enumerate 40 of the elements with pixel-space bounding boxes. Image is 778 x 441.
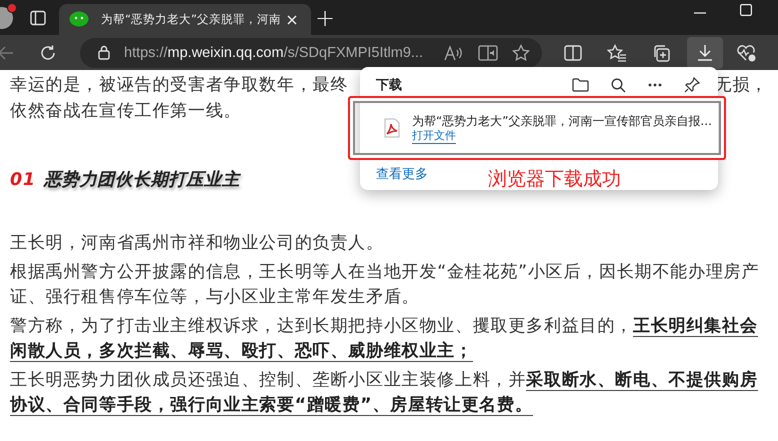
tab-actions-icon[interactable] — [30, 10, 46, 26]
paragraph-text: 王长明恶势力团伙成员还强迫、控制、垄断小区业主装修上料，并采取断水、断电、不提供购房协议、合同等手段，强行向业主索要“蹭暖费”、房屋转让更名费。 — [10, 368, 759, 418]
downloads-button[interactable] — [687, 36, 723, 68]
address-bar[interactable]: https://mp.weixin.qq.com/s/SDqFXMPI5Itlm9... — [80, 38, 542, 68]
annotation-text: 浏览器下载成功 — [488, 167, 621, 192]
minimize-icon[interactable] — [694, 12, 706, 14]
download-icon — [697, 44, 713, 61]
paragraph-text: 根据禹州警方公开披露的信息，王长明等人在当地开发“金桂花苑”小区后，因长期不能办理房产证、强行租售停车位等，与小区业主常年发生矛盾。 — [10, 260, 760, 309]
reader-view-icon[interactable] — [478, 44, 498, 60]
section-heading: 恶势力团伙长期打压业主 — [44, 170, 240, 190]
refresh-icon[interactable] — [39, 44, 57, 62]
collections-icon[interactable] — [652, 44, 670, 62]
open-file-link[interactable]: 打开文件 — [412, 128, 456, 144]
paragraph-text: 警方称，为了打击业主维权诉求，达到长期把持小区物业、攫取更多利益目的，王长明纠集社会闲散人员，多次拦截、辱骂、殴打、恐吓、威胁维权业主； — [10, 314, 759, 364]
star-icon[interactable] — [512, 44, 530, 62]
favorites-icon[interactable] — [607, 44, 627, 62]
read-aloud-icon[interactable] — [444, 44, 464, 60]
pin-icon[interactable] — [684, 77, 700, 93]
close-icon[interactable] — [287, 15, 297, 25]
tab-title: 为帮“恶势力老大”父亲脱罪，河南 — [101, 12, 281, 27]
more-icon[interactable] — [648, 83, 662, 87]
paragraph-text: 依然奋战在宣传工作第一线。 — [10, 100, 242, 122]
section-number: 01 — [10, 170, 36, 190]
maximize-icon[interactable] — [740, 4, 752, 16]
url-text: https://mp.weixin.qq.com/s/SDqFXMPI5Itlm9... — [124, 44, 424, 60]
panel-title: 下载 — [376, 77, 403, 94]
split-screen-icon[interactable] — [564, 44, 582, 60]
pdf-file-icon — [384, 118, 400, 138]
chat-bubble-icon — [69, 10, 89, 28]
file-name: 为帮“恶势力老大”父亲脱罪，河南一宣传部官员亲自报... — [412, 112, 712, 128]
browser-tab[interactable]: 为帮“恶势力老大”父亲脱罪，河南 — [59, 4, 311, 35]
lock-icon — [98, 45, 110, 60]
see-more-link[interactable]: 查看更多 — [376, 165, 428, 183]
paragraph-text: 王长明，河南省禹州市祥和物业公司的负责人。 — [10, 232, 385, 255]
back-icon[interactable] — [0, 46, 14, 60]
new-tab-button[interactable]: + — [311, 6, 340, 30]
paragraph-text: 幸运的是，被诬告的受害者争取数年，最终 — [10, 74, 348, 97]
heart-pulse-icon[interactable] — [736, 44, 756, 62]
folder-icon[interactable] — [572, 78, 589, 92]
search-icon[interactable] — [611, 78, 626, 92]
